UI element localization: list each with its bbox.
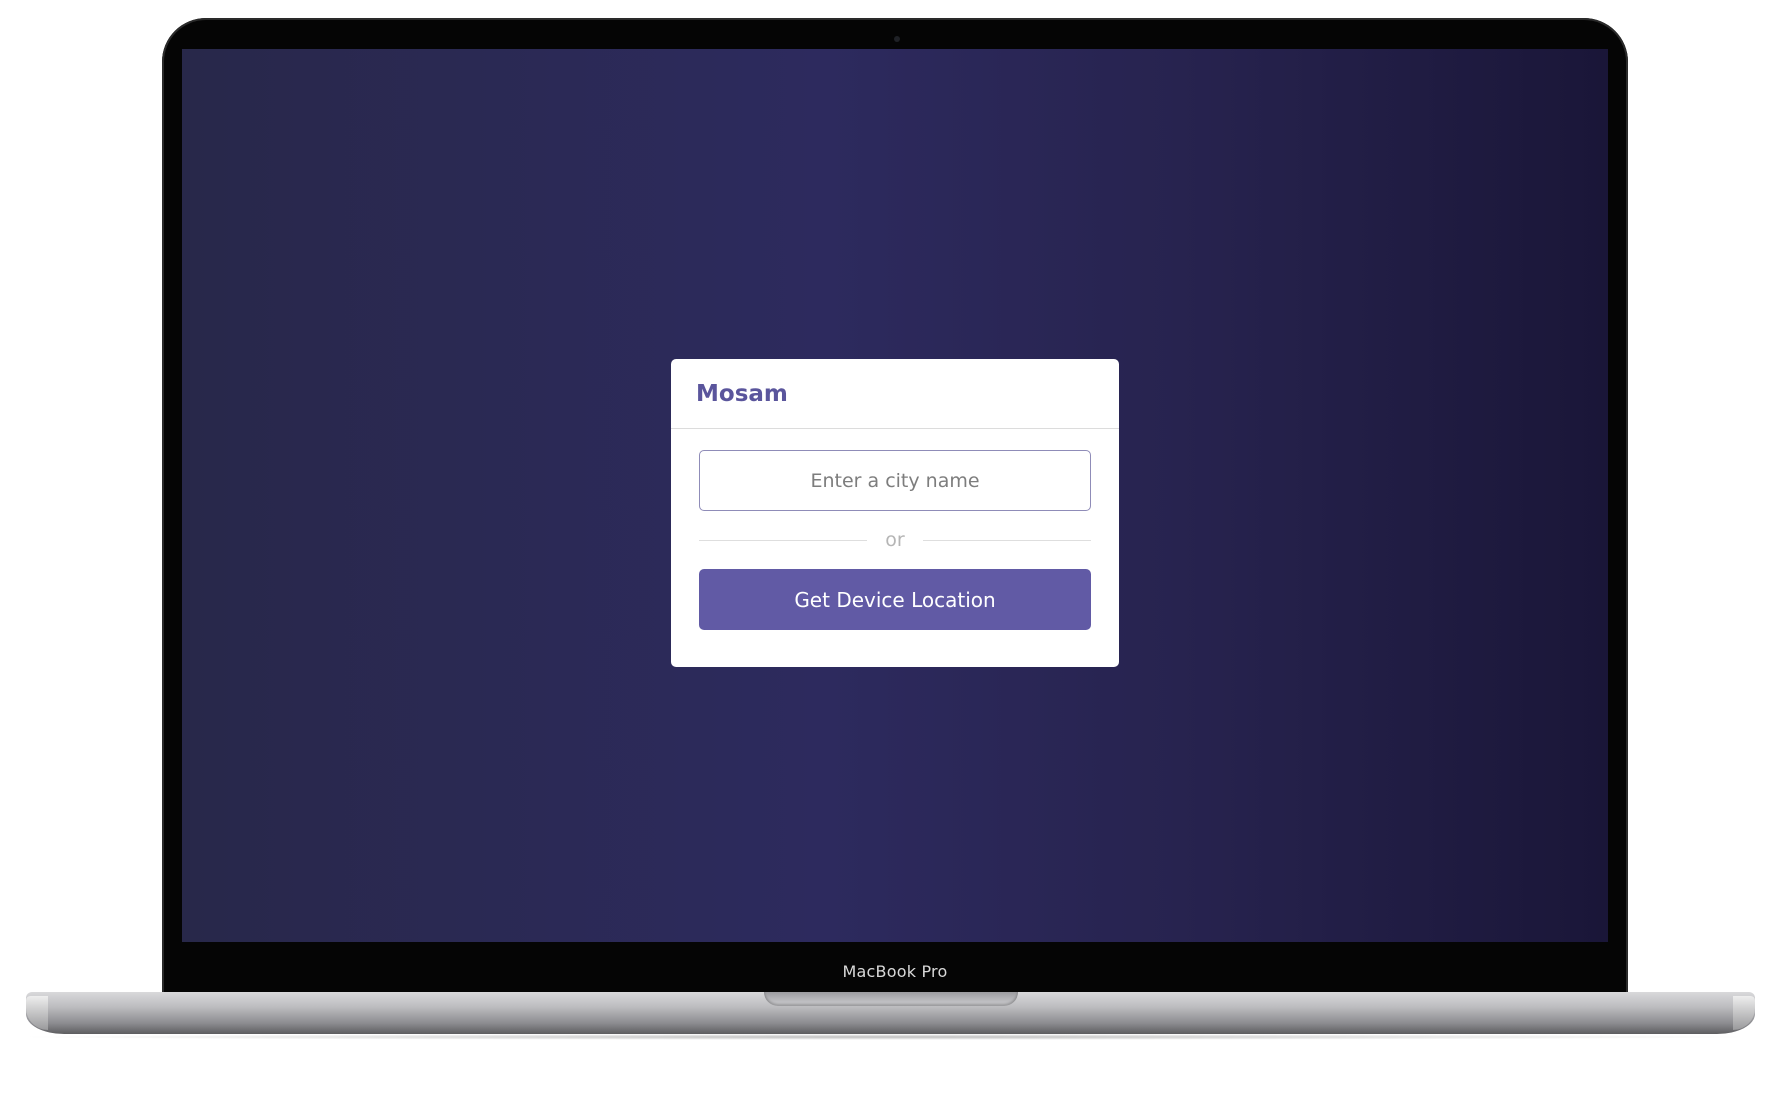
or-divider: or bbox=[699, 528, 1091, 552]
app-screen: Mosam or Get Device Location bbox=[182, 49, 1608, 942]
divider-label: or bbox=[885, 529, 905, 551]
divider-line-left bbox=[699, 539, 868, 541]
camera-icon bbox=[894, 36, 900, 42]
laptop-base bbox=[26, 992, 1755, 1034]
lid-opening-notch bbox=[764, 992, 1018, 1006]
divider-line-right bbox=[922, 539, 1091, 541]
city-search-input[interactable] bbox=[699, 450, 1091, 511]
card-body: or Get Device Location bbox=[671, 429, 1119, 630]
base-edge-right bbox=[1733, 996, 1755, 1030]
search-card: Mosam or Get Device Location bbox=[671, 359, 1119, 667]
app-title: Mosam bbox=[696, 380, 788, 407]
card-header: Mosam bbox=[671, 359, 1119, 429]
device-model-label: MacBook Pro bbox=[842, 962, 948, 981]
get-device-location-button[interactable]: Get Device Location bbox=[699, 569, 1091, 630]
laptop-mockup: Mosam or Get Device Location MacBook Pro bbox=[0, 0, 1771, 1105]
laptop-shadow bbox=[10, 1034, 1760, 1040]
base-edge-left bbox=[26, 996, 48, 1030]
laptop-lid: Mosam or Get Device Location MacBook Pro bbox=[162, 18, 1628, 1006]
